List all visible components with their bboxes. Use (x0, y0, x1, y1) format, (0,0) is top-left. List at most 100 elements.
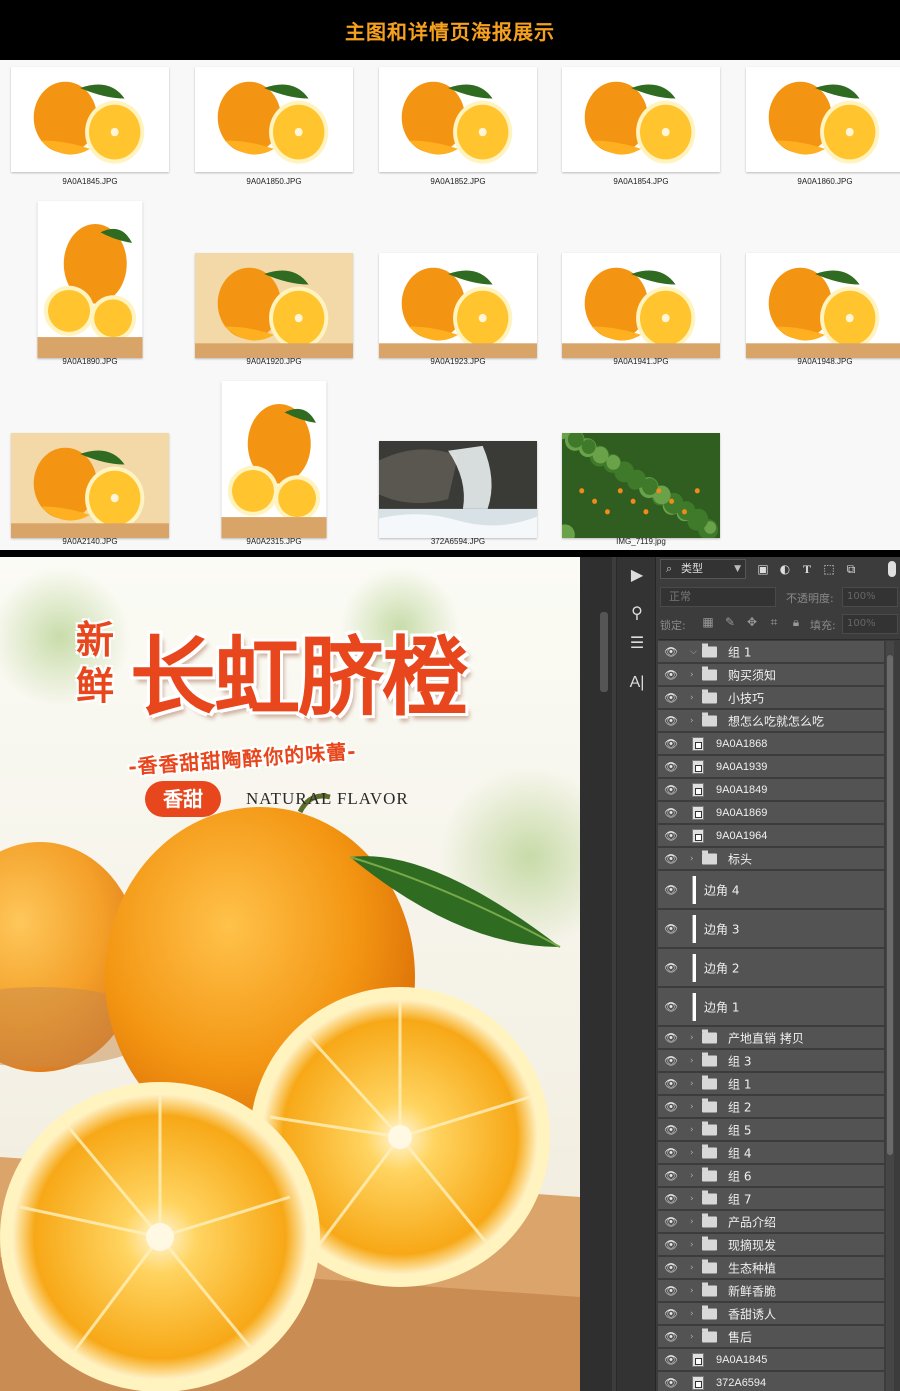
thumbnail-image[interactable] (746, 67, 900, 172)
visibility-eye-icon[interactable]: 👁︎ (664, 1123, 678, 1136)
layer-row[interactable]: 👁︎ 边角 1 (658, 988, 884, 1026)
adjust-icon[interactable]: ☰ (625, 631, 649, 655)
thumbnail-image[interactable] (11, 67, 169, 172)
layer-row[interactable]: 👁︎ › 现摘现发 (658, 1234, 884, 1256)
visibility-eye-icon[interactable]: 👁︎ (664, 852, 678, 865)
ps-strip-scrollbar[interactable] (600, 612, 608, 692)
layer-row[interactable]: 👁︎ › 售后 (658, 1326, 884, 1348)
chevron-down-icon[interactable]: ⌵ (690, 647, 697, 657)
type-filter-icon[interactable]: T (800, 561, 814, 577)
chevron-right-icon[interactable]: › (690, 1079, 694, 1089)
layer-row[interactable]: 👁︎ 边角 4 (658, 871, 884, 909)
adjustment-filter-icon[interactable]: ◐ (778, 561, 792, 577)
chevron-right-icon[interactable]: › (690, 1240, 694, 1250)
layer-row[interactable]: 👁︎ › 新鲜香脆 (658, 1280, 884, 1302)
layer-row[interactable]: 👁︎ 372A6594 (658, 1372, 884, 1391)
lock-artboard-icon[interactable]: ⌗ (766, 615, 782, 630)
chevron-right-icon[interactable]: › (690, 1263, 694, 1273)
visibility-eye-icon[interactable]: 👁︎ (664, 1307, 678, 1320)
thumbnail-image[interactable] (379, 67, 537, 172)
layer-row[interactable]: 👁︎ › 标头 (658, 848, 884, 870)
blend-mode-select[interactable]: 正常 (660, 587, 776, 607)
visibility-eye-icon[interactable]: 👁︎ (664, 691, 678, 704)
chevron-right-icon[interactable]: › (690, 1194, 694, 1204)
chevron-right-icon[interactable]: › (690, 1217, 694, 1227)
thumbnail-image[interactable] (195, 253, 353, 358)
chevron-right-icon[interactable]: › (690, 1148, 694, 1158)
layer-row[interactable]: 👁︎ › 想怎么吃就怎么吃 (658, 710, 884, 732)
layer-row[interactable]: 👁︎ › 组 6 (658, 1165, 884, 1187)
brush-settings-icon[interactable]: ⚲ (625, 601, 649, 625)
chevron-right-icon[interactable]: › (690, 716, 694, 726)
chevron-right-icon[interactable]: › (690, 854, 694, 864)
thumbnail-image[interactable] (562, 67, 720, 172)
visibility-eye-icon[interactable]: 👁︎ (664, 1169, 678, 1182)
chevron-right-icon[interactable]: › (690, 1309, 694, 1319)
layer-row[interactable]: 👁︎ › 产地直销 拷贝 (658, 1027, 884, 1049)
visibility-eye-icon[interactable]: 👁︎ (664, 1215, 678, 1228)
visibility-eye-icon[interactable]: 👁︎ (664, 1031, 678, 1044)
visibility-eye-icon[interactable]: 👁︎ (664, 645, 678, 658)
visibility-eye-icon[interactable]: 👁︎ (664, 1054, 678, 1067)
visibility-eye-icon[interactable]: 👁︎ (664, 883, 678, 896)
image-filter-icon[interactable]: ▣ (756, 561, 770, 577)
visibility-eye-icon[interactable]: 👁︎ (664, 737, 678, 750)
visibility-eye-icon[interactable]: 👁︎ (664, 1000, 678, 1013)
chevron-right-icon[interactable]: › (690, 670, 694, 680)
layer-row[interactable]: 👁︎ 边角 2 (658, 949, 884, 987)
fill-field[interactable]: 100% (842, 614, 898, 634)
smart-object-filter-icon[interactable]: ⧉ (844, 561, 858, 577)
filter-toggle[interactable] (888, 561, 896, 577)
layer-row[interactable]: 👁︎ › 组 1 (658, 1073, 884, 1095)
layer-row[interactable]: 👁︎ › 生态种植 (658, 1257, 884, 1279)
layer-row[interactable]: 👁︎ › 香甜诱人 (658, 1303, 884, 1325)
thumbnail-image[interactable] (221, 381, 327, 538)
play-icon[interactable]: ▶ (625, 563, 649, 587)
layer-row[interactable]: 👁︎ 边角 3 (658, 910, 884, 948)
visibility-eye-icon[interactable]: 👁︎ (664, 829, 678, 842)
layers-scrollbar-thumb[interactable] (887, 655, 893, 1155)
layer-row[interactable]: 👁︎ › 购买须知 (658, 664, 884, 686)
chevron-right-icon[interactable]: › (690, 1125, 694, 1135)
layer-row[interactable]: 👁︎ 9A0A1939 (658, 756, 884, 778)
chevron-right-icon[interactable]: › (690, 1102, 694, 1112)
layer-row[interactable]: 👁︎ 9A0A1869 (658, 802, 884, 824)
character-icon[interactable]: A| (625, 671, 649, 695)
layer-row[interactable]: 👁︎ › 组 3 (658, 1050, 884, 1072)
visibility-eye-icon[interactable]: 👁︎ (664, 1353, 678, 1366)
layer-row[interactable]: 👁︎ › 组 2 (658, 1096, 884, 1118)
visibility-eye-icon[interactable]: 👁︎ (664, 1330, 678, 1343)
layer-row[interactable]: 👁︎ 9A0A1845 (658, 1349, 884, 1371)
lock-transparency-icon[interactable]: ▦ (700, 615, 716, 630)
lock-all-icon[interactable]: 🔒︎ (788, 615, 804, 630)
lock-pixels-icon[interactable]: ✎ (722, 615, 738, 630)
visibility-eye-icon[interactable]: 👁︎ (664, 961, 678, 974)
layer-row[interactable]: 👁︎ › 组 4 (658, 1142, 884, 1164)
layer-row[interactable]: 👁︎ 9A0A1868 (658, 733, 884, 755)
layer-row[interactable]: 👁︎ › 组 7 (658, 1188, 884, 1210)
chevron-right-icon[interactable]: › (690, 1056, 694, 1066)
visibility-eye-icon[interactable]: 👁︎ (664, 1146, 678, 1159)
layer-row[interactable]: 👁︎ › 小技巧 (658, 687, 884, 709)
visibility-eye-icon[interactable]: 👁︎ (664, 806, 678, 819)
layer-row[interactable]: 👁︎ 9A0A1964 (658, 825, 884, 847)
thumbnail-image[interactable] (195, 67, 353, 172)
visibility-eye-icon[interactable]: 👁︎ (664, 1261, 678, 1274)
visibility-eye-icon[interactable]: 👁︎ (664, 1238, 678, 1251)
lock-position-icon[interactable]: ✥ (744, 615, 760, 630)
layer-row[interactable]: 👁︎ ⌵ 组 1 (658, 641, 884, 663)
layer-filter-select[interactable]: ⌕ 类型 ▼ (660, 559, 746, 579)
chevron-right-icon[interactable]: › (690, 1332, 694, 1342)
chevron-right-icon[interactable]: › (690, 1033, 694, 1043)
chevron-right-icon[interactable]: › (690, 1286, 694, 1296)
thumbnail-image[interactable] (379, 253, 537, 358)
thumbnail-image[interactable] (379, 441, 537, 538)
chevron-right-icon[interactable]: › (690, 1171, 694, 1181)
layers-scrollbar[interactable] (886, 641, 894, 1391)
visibility-eye-icon[interactable]: 👁︎ (664, 783, 678, 796)
visibility-eye-icon[interactable]: 👁︎ (664, 1284, 678, 1297)
visibility-eye-icon[interactable]: 👁︎ (664, 1100, 678, 1113)
thumbnail-image[interactable] (11, 433, 169, 538)
thumbnail-image[interactable] (37, 201, 143, 358)
chevron-right-icon[interactable]: › (690, 693, 694, 703)
